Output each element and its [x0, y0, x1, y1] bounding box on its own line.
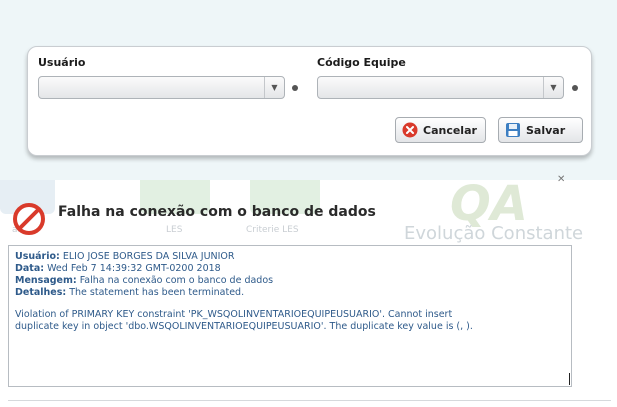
error-date-line: Data: Wed Feb 7 14:39:32 GMT-0200 2018	[15, 263, 565, 275]
codigo-equipe-select[interactable]: ▼	[317, 76, 564, 99]
close-icon[interactable]: ✕	[557, 174, 565, 185]
bg-text: LES	[166, 225, 183, 235]
save-icon	[506, 123, 520, 137]
error-icon	[13, 203, 45, 235]
filter-panel: Usuário ▼ Código Equipe ▼ Cancelar Salva…	[27, 46, 592, 156]
error-detail-text: duplicate key in object 'dbo.WSQOLINVENT…	[15, 321, 473, 332]
text-cursor	[569, 373, 570, 385]
cancel-button[interactable]: Cancelar	[395, 117, 486, 143]
error-date-value: Wed Feb 7 14:39:32 GMT-0200 2018	[47, 263, 221, 274]
chevron-down-icon[interactable]: ▼	[264, 77, 284, 98]
codigo-equipe-required-dot	[572, 85, 578, 91]
usuario-required-dot	[292, 85, 298, 91]
error-details-key: Detalhes:	[15, 287, 67, 298]
usuario-select[interactable]: ▼	[38, 76, 285, 99]
error-details-value: The statement has been terminated.	[69, 287, 245, 298]
divider	[8, 400, 611, 401]
error-message-line: Mensagem: Falha na conexão com o banco d…	[15, 275, 565, 287]
save-button-label: Salvar	[526, 123, 566, 137]
error-user-key: Usuário:	[15, 251, 60, 262]
error-title: Falha na conexão com o banco de dados	[58, 204, 376, 220]
error-date-key: Data:	[15, 263, 45, 274]
error-user-line: Usuário: ELIO JOSE BORGES DA SILVA JUNIO…	[15, 251, 565, 263]
error-user-value: ELIO JOSE BORGES DA SILVA JUNIOR	[62, 251, 235, 262]
usuario-label: Usuário	[38, 56, 86, 69]
error-detail-text: Violation of PRIMARY KEY constraint 'PK_…	[15, 309, 453, 320]
save-button[interactable]: Salvar	[498, 117, 583, 143]
error-details-box[interactable]: Usuário: ELIO JOSE BORGES DA SILVA JUNIO…	[8, 245, 572, 387]
error-details-line: Detalhes: The statement has been termina…	[15, 287, 565, 299]
error-message-key: Mensagem:	[15, 275, 77, 286]
codigo-equipe-label: Código Equipe	[317, 56, 406, 69]
cancel-button-label: Cancelar	[423, 123, 477, 137]
chevron-down-icon[interactable]: ▼	[543, 77, 563, 98]
bg-text: Criterie LES	[246, 225, 299, 235]
error-message-value: Falha na conexão com o banco de dados	[79, 275, 274, 286]
cancel-icon	[402, 122, 418, 138]
watermark-text: Evolução Constante	[404, 223, 584, 244]
